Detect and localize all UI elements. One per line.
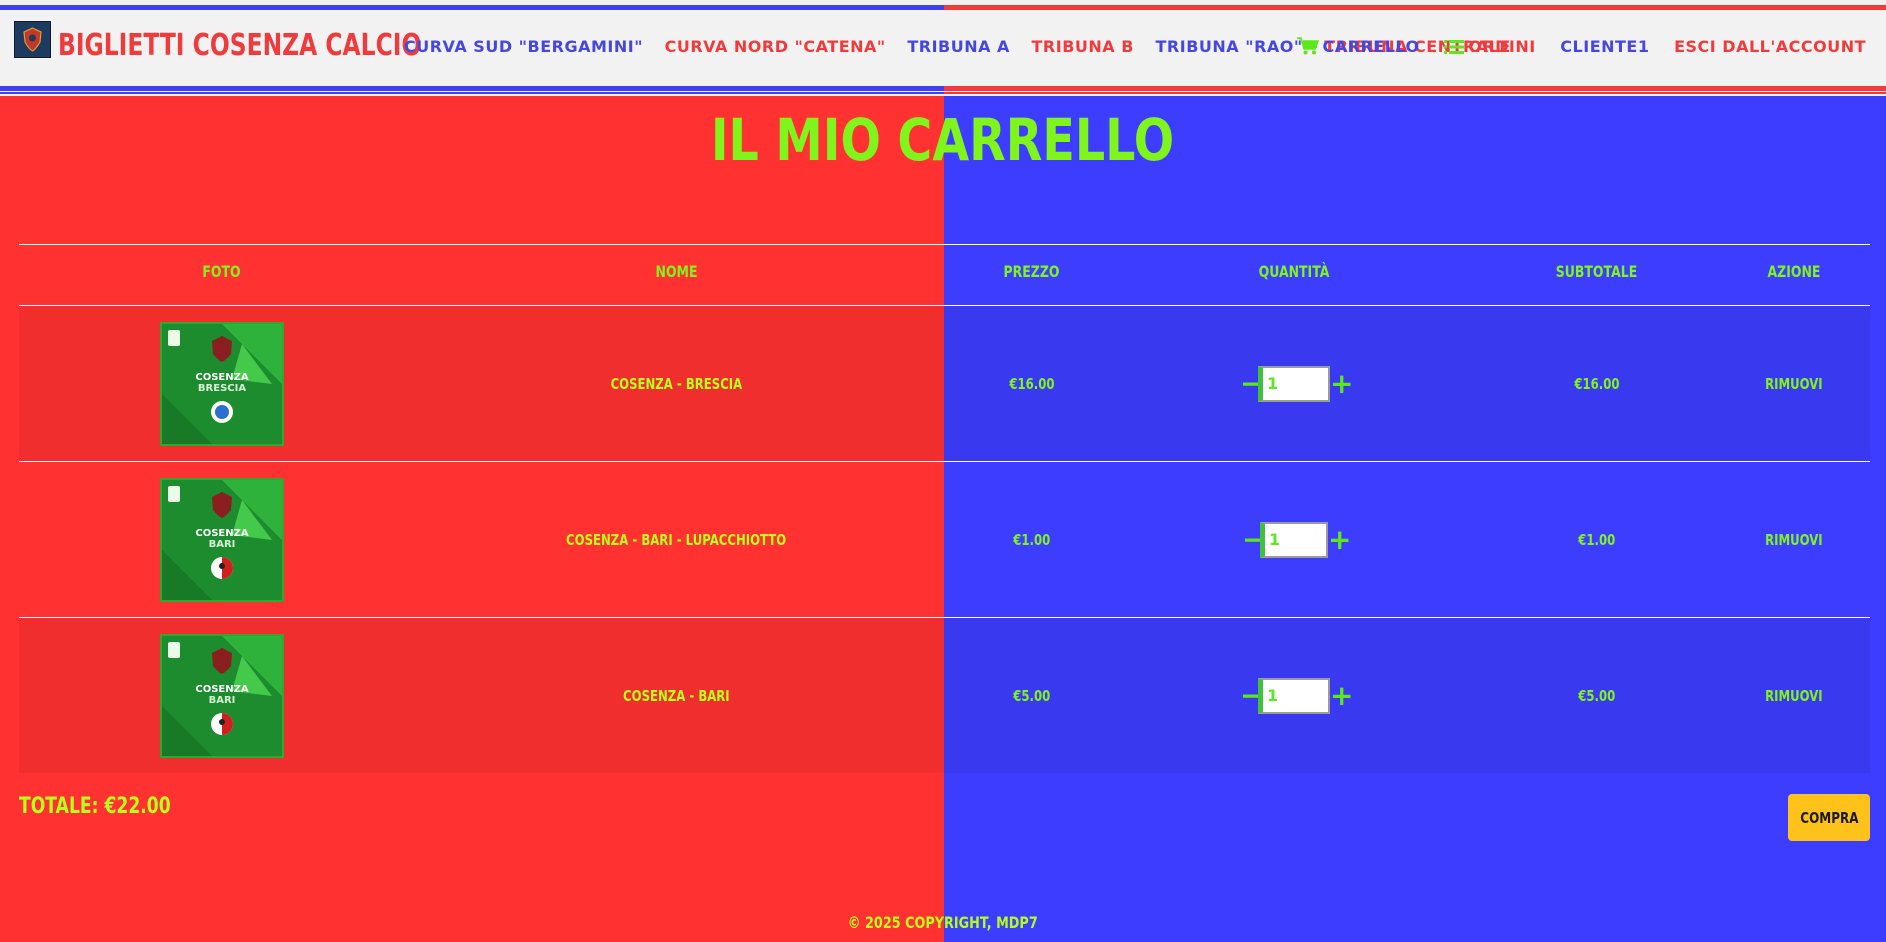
- item-name: COSENZA - BARI: [623, 686, 730, 705]
- footer-copyright: © 2025 COPYRIGHT, MDP7: [848, 913, 1038, 932]
- cell-subtotal: €1.00: [1489, 462, 1704, 617]
- nav-logout[interactable]: ESCI DALL'ACCOUNT: [1674, 36, 1866, 58]
- nav-curva-sud[interactable]: CURVA SUD "BERGAMINI": [404, 36, 643, 58]
- item-price: €16.00: [1008, 374, 1055, 393]
- table-top-border: [19, 244, 1870, 245]
- cart-icon: [1296, 37, 1319, 55]
- club-logo[interactable]: [14, 21, 51, 58]
- item-subtotal: €16.00: [1573, 374, 1620, 393]
- table-row: COSENZA BARI COSENZA - BARI - LUPACCHIOT…: [19, 462, 1870, 617]
- cart-total: TOTALE: €22.00: [19, 794, 171, 819]
- plus-icon[interactable]: +: [1328, 525, 1351, 554]
- remove-button[interactable]: RIMUOVI: [1765, 531, 1823, 549]
- cell-subtotal: €16.00: [1489, 306, 1704, 461]
- cell-price: €16.00: [964, 306, 1099, 461]
- header-stripe-top: [0, 5, 1886, 10]
- minus-icon[interactable]: −: [1242, 525, 1265, 554]
- cell-subtotal: €5.00: [1489, 618, 1704, 773]
- item-price: €5.00: [1012, 686, 1050, 705]
- cell-quantity: − +: [1174, 306, 1414, 461]
- quantity-input[interactable]: [1260, 521, 1328, 558]
- cell-action: RIMUOVI: [1729, 306, 1859, 461]
- col-header-quantita: QUANTITÀ: [1258, 262, 1330, 281]
- thumb-away: BARI: [208, 695, 235, 706]
- cell-name: COSENZA - BRESCIA: [504, 306, 849, 461]
- thumb-away: BRESCIA: [197, 383, 245, 394]
- quantity-input[interactable]: [1258, 365, 1330, 402]
- header-stripe-bottom-thin: [0, 92, 1886, 94]
- cell-photo: COSENZA BRESCIA: [139, 306, 304, 461]
- quantity-input[interactable]: [1258, 677, 1330, 714]
- cell-name: COSENZA - BARI - LUPACCHIOTTO: [504, 462, 849, 617]
- quantity-stepper: − +: [1240, 365, 1353, 402]
- cell-action: RIMUOVI: [1729, 462, 1859, 617]
- col-header-foto: FOTO: [202, 262, 241, 281]
- quantity-stepper: − +: [1242, 521, 1351, 558]
- col-header-subtotale: SUBTOTALE: [1555, 262, 1638, 281]
- cell-price: €5.00: [964, 618, 1099, 773]
- nav-orders-label: ORDINI: [1468, 37, 1536, 56]
- table-row: COSENZA BARI COSENZA - BARI €5.00 − + €5…: [19, 618, 1870, 773]
- page-title: IL MIO CARRELLO: [711, 106, 1175, 174]
- header: BIGLIETTI COSENZA CALCIO CURVA SUD "BERG…: [0, 0, 1886, 96]
- nav-curva-nord[interactable]: CURVA NORD "CATENA": [665, 36, 886, 58]
- ticket-thumbnail[interactable]: COSENZA BRESCIA: [159, 321, 284, 446]
- cell-action: RIMUOVI: [1729, 618, 1859, 773]
- item-subtotal: €5.00: [1577, 686, 1615, 705]
- minus-icon[interactable]: −: [1240, 369, 1263, 398]
- item-name: COSENZA - BARI - LUPACCHIOTTO: [566, 530, 787, 549]
- list-icon: [1444, 40, 1465, 54]
- nav-user[interactable]: CLIENTE1: [1560, 36, 1649, 58]
- plus-icon[interactable]: +: [1330, 369, 1353, 398]
- col-header-prezzo: PREZZO: [1003, 262, 1060, 281]
- header-stripe-bottom: [0, 86, 1886, 91]
- brand-title[interactable]: BIGLIETTI COSENZA CALCIO: [58, 26, 421, 66]
- thumb-home: COSENZA: [195, 684, 248, 695]
- cell-quantity: − +: [1174, 462, 1414, 617]
- plus-icon[interactable]: +: [1330, 681, 1353, 710]
- nav-orders[interactable]: ORDINI: [1444, 36, 1536, 58]
- ticket-thumbnail[interactable]: COSENZA BARI: [159, 633, 284, 758]
- cell-photo: COSENZA BARI: [139, 462, 304, 617]
- col-header-azione: AZIONE: [1767, 262, 1821, 281]
- ticket-thumbnail[interactable]: COSENZA BARI: [159, 477, 284, 602]
- nav-cart[interactable]: CARRELLO: [1296, 36, 1420, 58]
- nav-tribuna-a[interactable]: TRIBUNA A: [907, 36, 1010, 58]
- thumb-home: COSENZA: [195, 372, 248, 383]
- buy-button[interactable]: COMPRA: [1788, 794, 1870, 841]
- nav-cart-label: CARRELLO: [1322, 37, 1420, 56]
- cell-quantity: − +: [1174, 618, 1414, 773]
- remove-button[interactable]: RIMUOVI: [1765, 687, 1823, 705]
- table-row: COSENZA BRESCIA COSENZA - BRESCIA €16.00…: [19, 306, 1870, 461]
- nav-tribuna-b[interactable]: TRIBUNA B: [1032, 36, 1134, 58]
- thumb-away: BARI: [208, 539, 235, 550]
- item-name: COSENZA - BRESCIA: [610, 374, 743, 393]
- item-price: €1.00: [1012, 530, 1050, 549]
- thumb-home: COSENZA: [195, 528, 248, 539]
- nav-account: CARRELLO ORDINI CLIENTE1 ESCI DALL'ACCOU…: [1277, 36, 1866, 58]
- cell-price: €1.00: [964, 462, 1099, 617]
- quantity-stepper: − +: [1240, 677, 1353, 714]
- buy-button-label: COMPRA: [1799, 808, 1859, 827]
- item-subtotal: €1.00: [1577, 530, 1615, 549]
- cell-photo: COSENZA BARI: [139, 618, 304, 773]
- col-header-nome: NOME: [655, 262, 698, 281]
- remove-button[interactable]: RIMUOVI: [1765, 375, 1823, 393]
- minus-icon[interactable]: −: [1240, 681, 1263, 710]
- cell-name: COSENZA - BARI: [504, 618, 849, 773]
